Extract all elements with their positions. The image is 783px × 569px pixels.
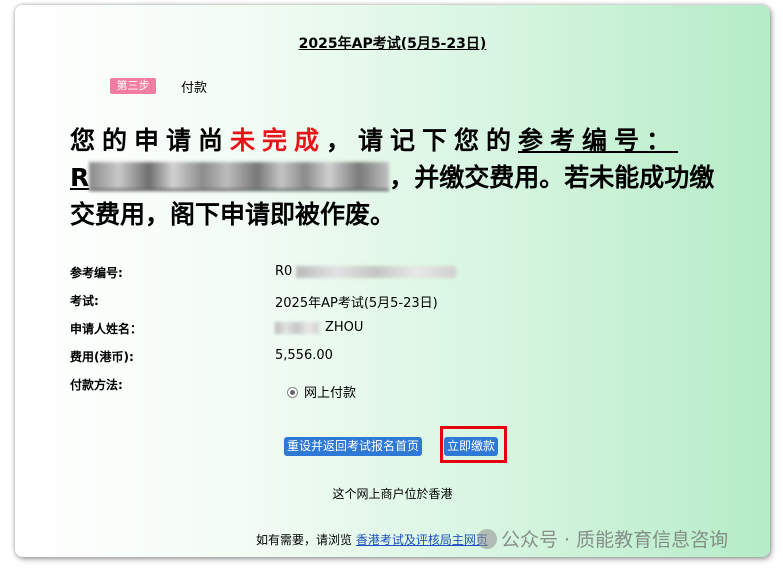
ref-label: 参考编号: bbox=[70, 266, 123, 280]
headline-ref-start: R bbox=[70, 163, 90, 192]
fee-label: 费用(港币): bbox=[70, 350, 134, 364]
step-label: 付款 bbox=[181, 81, 208, 96]
payment-option[interactable]: 网上付款 bbox=[287, 382, 356, 401]
headline-text-2: ，请记下您的 bbox=[326, 126, 519, 155]
name-label: 申请人姓名： bbox=[70, 322, 143, 336]
payment-card: 2025年AP考试(5月5-23日) 第三步 付款 您的申请尚未完成，请记下您的… bbox=[15, 5, 770, 557]
footer-prefix: 如有需要，请浏览 bbox=[256, 533, 356, 547]
payment-label: 付款方法: bbox=[70, 378, 123, 392]
wechat-icon bbox=[477, 529, 497, 549]
watermark-text: 公众号 · 质能教育信息咨询 bbox=[501, 529, 729, 551]
hkeaa-link[interactable]: 香港考试及评核局主网页 bbox=[356, 533, 488, 547]
exam-value: 2025年AP考试(5月5-23日) bbox=[275, 296, 438, 311]
redacted-reference bbox=[89, 162, 390, 191]
exam-title: 2025年AP考试(5月5-23日) bbox=[298, 36, 487, 52]
ref-value-text: R0 bbox=[275, 264, 293, 279]
step-badge: 第三步 bbox=[110, 78, 156, 94]
footer-note: 如有需要，请浏览 香港考试及评核局主网页 bbox=[256, 531, 488, 548]
name-value-text: ZHOU bbox=[325, 320, 364, 335]
headline-text-1: 您的申请尚 bbox=[70, 126, 231, 155]
redacted-ref-value bbox=[296, 265, 457, 278]
highlight-frame bbox=[440, 426, 507, 463]
ref-value: R0 bbox=[275, 264, 457, 279]
exam-label: 考试: bbox=[70, 294, 99, 308]
payment-option-label: 网上付款 bbox=[304, 386, 357, 401]
radio-icon[interactable] bbox=[287, 387, 298, 398]
merchant-note: 这个网上商户位於香港 bbox=[332, 487, 453, 501]
headline-incomplete: 未完成 bbox=[230, 126, 327, 155]
fee-value: 5,556.00 bbox=[275, 348, 333, 363]
redacted-name bbox=[275, 321, 319, 334]
watermark: 公众号 · 质能教育信息咨询 bbox=[477, 525, 728, 552]
warning-headline: 您的申请尚未完成，请记下您的参考编号： R ，并缴交费用。若未能成功缴交费用，阁下… bbox=[70, 122, 715, 233]
headline-ref-label: 参考编号： bbox=[518, 126, 679, 155]
name-value: ZHOU bbox=[275, 320, 363, 335]
reset-button[interactable]: 重设并返回考试报名首页 bbox=[284, 437, 423, 456]
